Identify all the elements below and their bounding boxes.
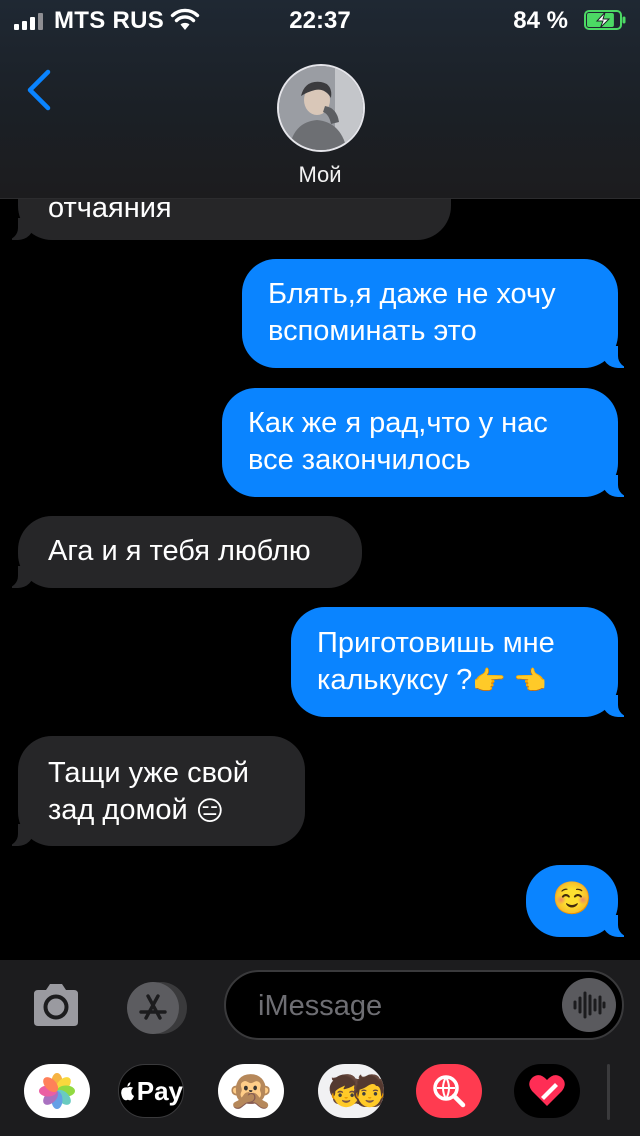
animoji-app-button[interactable]: 🙊 — [218, 1064, 284, 1118]
imessage-field[interactable] — [224, 970, 624, 1040]
message-outgoing[interactable]: Как же я рад,что у нас все закончилось — [222, 388, 630, 497]
camera-icon[interactable] — [30, 980, 82, 1032]
app-store-icon — [127, 982, 179, 1034]
message-line: зад домой — [48, 794, 188, 826]
message-outgoing[interactable]: Приготовишь мне калькуксу ?👉 👈 — [291, 607, 630, 717]
message-line: все закончилось — [248, 444, 471, 476]
battery-percentage: 84 % — [513, 7, 568, 34]
digital-touch-icon — [529, 1075, 565, 1106]
message-line: калькуксу ? — [317, 664, 473, 696]
conversation-header: MTS RUS 22:37 84 % Мой — [0, 0, 640, 199]
message-line: Приготовишь мне — [317, 627, 555, 659]
message-outgoing[interactable]: Блять,я даже не хочу вспоминать это — [242, 259, 630, 368]
battery-charging-icon — [584, 10, 626, 30]
photos-app-button[interactable] — [24, 1064, 90, 1118]
photos-icon — [39, 1073, 75, 1109]
digital-touch-app-button[interactable] — [514, 1064, 580, 1118]
web-search-app-button[interactable] — [416, 1064, 482, 1118]
message-incoming[interactable]: Ага и я тебя люблю — [6, 516, 362, 588]
app-store-button[interactable] — [125, 982, 189, 1034]
expressionless-face-emoji: 😑 — [195, 796, 224, 827]
message-input[interactable] — [256, 972, 560, 1040]
apple-logo-icon — [121, 1082, 135, 1101]
drawer-divider — [607, 1064, 610, 1120]
message-line: Блять,я даже не хочу — [268, 278, 556, 310]
audio-waveform-icon[interactable] — [562, 978, 616, 1032]
status-bar: MTS RUS 22:37 84 % — [0, 0, 640, 40]
smiling-face-emoji: ☺️ — [552, 880, 592, 916]
memoji-icon: 🧒🧑 — [327, 1074, 384, 1108]
apple-pay-label: Pay — [136, 1075, 183, 1106]
apple-pay-button[interactable]: Pay — [118, 1064, 184, 1118]
animoji-icon: 🙊 — [227, 1070, 275, 1112]
compose-bar — [0, 960, 640, 1050]
contact-name[interactable]: Мой — [0, 162, 640, 188]
message-line: Как же я рад,что у нас — [248, 407, 548, 439]
message-outgoing[interactable]: ☺️ — [526, 865, 630, 937]
pointing-hands-emoji: 👉 👈 — [472, 666, 547, 697]
message-line: вспоминать это — [268, 315, 477, 347]
chevron-left-icon[interactable] — [22, 68, 58, 112]
message-text: Ага и я тебя люблю — [48, 535, 311, 567]
memoji-app-button[interactable]: 🧒🧑 — [318, 1064, 384, 1118]
web-search-icon — [433, 1075, 466, 1108]
message-line: Тащи уже свой — [48, 757, 249, 789]
message-incoming[interactable]: Тащи уже свой зад домой 😑 — [6, 736, 305, 846]
person-photo-icon — [279, 66, 363, 150]
imessage-app-drawer: Pay 🙊 🧒🧑 — [0, 1050, 640, 1136]
contact-avatar[interactable] — [277, 64, 365, 152]
